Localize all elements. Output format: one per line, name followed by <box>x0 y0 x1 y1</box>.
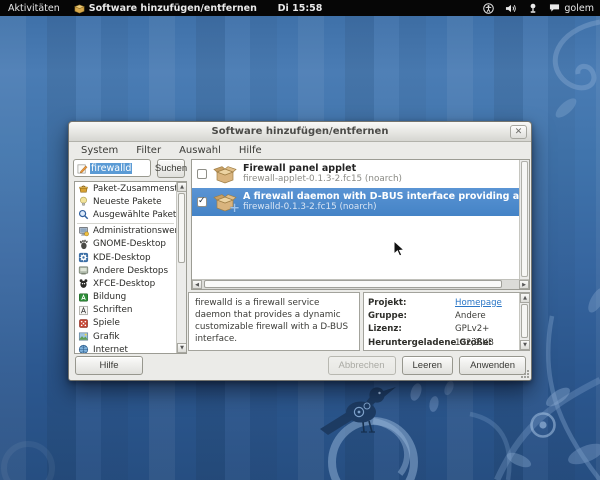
globe-icon <box>78 344 89 354</box>
top-panel: Aktivitäten Software hinzufügen/entferne… <box>0 0 600 16</box>
package-title: A firewall daemon with D-BUS interface p… <box>243 191 520 202</box>
detail-row-download-size: Heruntergeladene Größe: 132,9 KB <box>368 336 518 349</box>
app-menu-label: Software hinzufügen/entfernen <box>89 3 257 14</box>
cancel-button[interactable]: Abbrechen <box>328 356 396 375</box>
package-checkbox-checked[interactable] <box>197 197 207 207</box>
resize-grip[interactable] <box>520 369 530 379</box>
search-input[interactable]: firewalld <box>73 159 151 177</box>
sidebar-item-newest-packages[interactable]: Neueste Pakete <box>75 195 176 208</box>
volume-icon[interactable] <box>505 3 517 14</box>
window-title: Software hinzufügen/entfernen <box>212 126 389 137</box>
bird-silhouette <box>320 387 396 435</box>
scroll-left-icon[interactable]: ◀ <box>192 280 202 289</box>
package-box-install-icon: + <box>213 192 237 212</box>
detail-row-project: Projekt: Homepage <box>368 296 518 309</box>
software-window: Software hinzufügen/entfernen ✕ System F… <box>68 121 532 381</box>
clock[interactable]: Di 15:58 <box>278 3 323 14</box>
sidebar-item-xfce-desktop[interactable]: XFCE-Desktop <box>75 277 176 290</box>
games-die-icon <box>78 318 89 329</box>
package-row-firewall-applet[interactable]: Firewall panel applet firewall-applet-0.… <box>192 160 520 188</box>
user-menu[interactable]: golem <box>549 3 594 14</box>
desktop-panel-icon <box>78 265 89 276</box>
results-scroll-thumb[interactable] <box>521 161 528 277</box>
details-scrollbar[interactable]: ▲ ▼ <box>519 293 529 350</box>
sidebar-item-graphics[interactable]: Grafik <box>75 330 176 343</box>
scroll-right-icon[interactable]: ▶ <box>519 280 529 289</box>
package-description: firewalld is a firewall service daemon t… <box>188 292 360 351</box>
clear-button[interactable]: Leeren <box>402 356 454 375</box>
sidebar-item-other-desktops[interactable]: Andere Desktops <box>75 264 176 277</box>
gnome-foot-icon <box>78 239 89 250</box>
app-package-icon <box>74 3 85 14</box>
lightbulb-icon <box>78 196 89 207</box>
monitor-icon <box>78 226 89 237</box>
sidebar-item-kde-desktop[interactable]: KDE-Desktop <box>75 251 176 264</box>
menu-auswahl[interactable]: Auswahl <box>170 143 230 158</box>
chat-bubble-icon <box>549 3 560 13</box>
kde-gear-icon <box>78 252 89 263</box>
package-box-icon <box>213 164 237 184</box>
install-plus-icon: + <box>229 204 240 214</box>
username-label: golem <box>564 3 594 14</box>
homepage-link[interactable]: Homepage <box>455 298 502 308</box>
activities-button[interactable]: Aktivitäten <box>8 3 60 14</box>
package-details-panel: Projekt: Homepage Gruppe: Andere Lizenz:… <box>363 292 530 351</box>
scroll-up-icon[interactable]: ▲ <box>177 182 187 192</box>
help-button[interactable]: Hilfe <box>75 356 143 375</box>
sidebar-item-games[interactable]: Spiele <box>75 317 176 330</box>
sidebar-item-package-collections[interactable]: Paket-Zusammenstellungen <box>75 182 176 195</box>
package-version: firewall-applet-0.1.3-2.fc15 (noarch) <box>243 174 402 185</box>
fonts-icon <box>78 305 89 316</box>
details-scroll-thumb[interactable] <box>521 304 528 338</box>
package-results-list: Firewall panel applet firewall-applet-0.… <box>191 159 530 290</box>
package-title: Firewall panel applet <box>243 163 402 174</box>
scroll-down-icon[interactable]: ▼ <box>177 343 187 353</box>
sidebar-item-selected-packages[interactable]: Ausgewählte Pakete <box>75 208 176 221</box>
search-button[interactable]: Suchen <box>157 159 185 178</box>
sidebar-separator <box>77 223 174 224</box>
results-vertical-scrollbar[interactable] <box>519 160 529 280</box>
magnifier-icon <box>78 209 89 220</box>
sidebar-item-education[interactable]: Bildung <box>75 291 176 304</box>
app-menu-button[interactable]: Software hinzufügen/entfernen <box>74 3 257 14</box>
sidebar-scrollbar[interactable]: ▲ ▼ <box>176 182 186 353</box>
menubar: System Filter Auswahl Hilfe <box>69 142 531 159</box>
menu-filter[interactable]: Filter <box>127 143 170 158</box>
category-sidebar[interactable]: Paket-Zusammenstellungen Neueste Pakete … <box>74 181 187 354</box>
menu-system[interactable]: System <box>72 143 127 158</box>
edit-pencil-icon <box>77 163 88 174</box>
xfce-mouse-icon <box>78 278 89 289</box>
scroll-up-icon[interactable]: ▲ <box>520 293 530 303</box>
package-row-firewalld[interactable]: + A firewall daemon with D-BUS interface… <box>192 188 520 216</box>
sidebar-scroll-thumb[interactable] <box>178 193 185 263</box>
detail-row-group: Gruppe: Andere <box>368 309 518 322</box>
search-text-selected: firewalld <box>90 163 132 174</box>
basket-icon <box>78 183 89 194</box>
results-horizontal-scrollbar[interactable]: ◀ ▶ <box>192 279 529 289</box>
detail-row-license: Lizenz: GPLv2+ <box>368 323 518 336</box>
graphics-image-icon <box>78 331 89 342</box>
sidebar-item-fonts[interactable]: Schriften <box>75 304 176 317</box>
package-version: firewalld-0.1.3-2.fc15 (noarch) <box>243 202 520 213</box>
education-icon <box>78 292 89 303</box>
scroll-down-icon[interactable]: ▼ <box>520 340 530 350</box>
titlebar[interactable]: Software hinzufügen/entfernen ✕ <box>69 122 531 142</box>
sidebar-item-gnome-desktop[interactable]: GNOME-Desktop <box>75 238 176 251</box>
sidebar-item-internet[interactable]: Internet <box>75 343 176 354</box>
package-checkbox[interactable] <box>197 169 207 179</box>
user-status-icon[interactable] <box>528 3 538 14</box>
apply-button[interactable]: Anwenden <box>459 356 526 375</box>
close-button[interactable]: ✕ <box>510 125 527 139</box>
results-hscroll-thumb[interactable] <box>204 280 502 288</box>
menu-hilfe[interactable]: Hilfe <box>230 143 271 158</box>
accessibility-icon[interactable] <box>483 3 494 14</box>
sidebar-item-admin-tools[interactable]: Administrationswerkzeuge <box>75 225 176 238</box>
